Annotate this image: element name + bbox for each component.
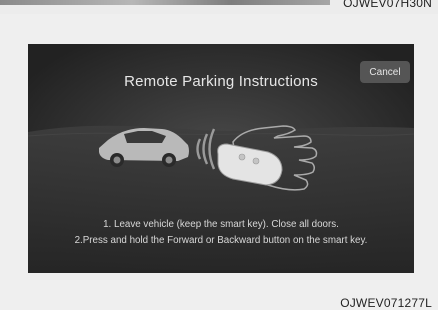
instruction-step-2: 2.Press and hold the Forward or Backward… [74, 235, 368, 246]
instruction-step-1: 1. Leave vehicle (keep the smart key). C… [103, 219, 339, 230]
remote-parking-screen: Remote Parking Instructions Cancel 1. Le… [28, 44, 414, 273]
cancel-button[interactable]: Cancel [360, 61, 410, 83]
figure-code: OJWEV071277L [340, 296, 432, 310]
header-image-code: OJWEV07H30N [343, 0, 432, 10]
top-image-fragment [0, 0, 330, 5]
dialog-title: Remote Parking Instructions [124, 73, 318, 90]
